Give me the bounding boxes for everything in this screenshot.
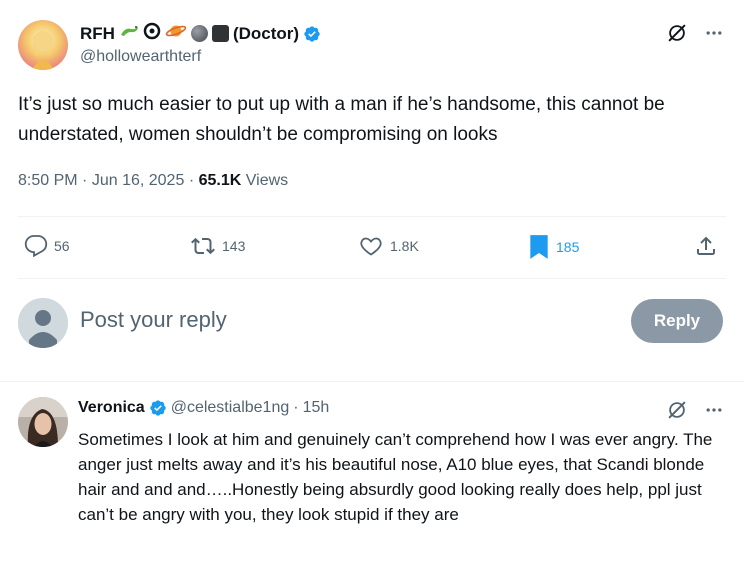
more-icon[interactable]: [704, 400, 724, 425]
lizard-emoji-icon: [119, 23, 139, 44]
bookmark-button[interactable]: 185: [528, 234, 579, 260]
post-time[interactable]: 8:50 PM: [18, 172, 78, 189]
verified-icon[interactable]: [149, 399, 167, 417]
more-icon[interactable]: [704, 23, 724, 48]
post-action-bar: 56 143 1.8K 185: [0, 230, 744, 264]
commenter-avatar[interactable]: [18, 397, 68, 447]
repost-count: 143: [222, 238, 246, 254]
divider-top: [18, 216, 726, 217]
reply-icon: [24, 235, 48, 258]
author-avatar[interactable]: [18, 20, 68, 70]
bookmark-count: 185: [556, 239, 580, 255]
grok-icon[interactable]: [666, 399, 688, 426]
bookmark-icon: [530, 235, 548, 259]
reply-submit-button[interactable]: Reply: [631, 299, 723, 343]
like-icon: [360, 237, 382, 256]
like-button[interactable]: 1.8K: [358, 234, 419, 258]
black-square-emoji-icon: [211, 25, 229, 42]
commenter-handle[interactable]: @celestialbe1ng: [171, 399, 290, 417]
views-count: 65.1K: [198, 172, 242, 189]
user-avatar[interactable]: [18, 298, 68, 348]
magnifier-emoji-icon: [143, 22, 161, 45]
post-date[interactable]: Jun 16, 2025: [92, 172, 185, 189]
divider-bottom: [0, 381, 744, 382]
moon-emoji-icon: [190, 25, 208, 42]
reply-button[interactable]: 56: [24, 234, 70, 258]
commenter-name[interactable]: Veronica: [78, 399, 145, 417]
author-name-row[interactable]: RFH (Doctor): [80, 22, 321, 45]
post-meta: 8:50 PM · Jun 16, 2025 · 65.1K Views: [18, 172, 289, 189]
reply-input[interactable]: Post your reply: [80, 307, 227, 333]
views-label: Views: [245, 172, 289, 189]
post-top-actions: [666, 22, 724, 49]
post-text: It’s just so much easier to put up with …: [18, 94, 665, 145]
verified-icon[interactable]: [303, 25, 321, 43]
share-icon: [697, 236, 715, 255]
author-role[interactable]: (Doctor): [233, 24, 299, 44]
reply-composer: Post your reply Reply: [0, 294, 744, 350]
author-handle[interactable]: @hollowearthterf: [80, 48, 201, 66]
grok-icon[interactable]: [666, 22, 688, 49]
reply-count: 56: [54, 238, 70, 254]
repost-icon: [191, 237, 215, 255]
comment-text: Sometimes I look at him and genuinely ca…: [78, 430, 713, 524]
share-button[interactable]: [694, 234, 718, 258]
repost-button[interactable]: 143: [190, 234, 245, 258]
like-count: 1.8K: [390, 238, 419, 254]
planet-emoji-icon: [165, 23, 187, 44]
comment-top-actions: [666, 399, 724, 426]
divider-middle: [18, 278, 726, 279]
comment-time[interactable]: 15h: [303, 399, 330, 417]
author-name[interactable]: RFH: [80, 24, 115, 44]
comment-header: Veronica @celestialbe1ng · 15h: [78, 399, 330, 417]
